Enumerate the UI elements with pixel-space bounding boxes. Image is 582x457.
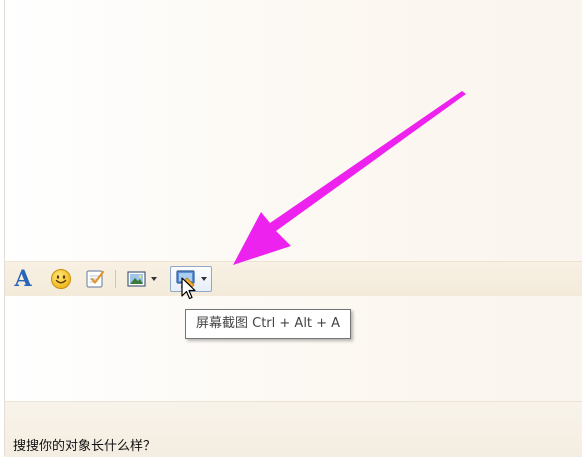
search-promo-link[interactable]: 搜搜你的对象长什么样？	[13, 435, 156, 454]
notepad-check-icon	[86, 270, 105, 288]
font-button[interactable]: A	[11, 266, 35, 292]
bottom-bar: 搜搜你的对象长什么样？	[5, 401, 582, 457]
message-history-area[interactable]	[5, 0, 582, 261]
picture-icon	[127, 271, 146, 287]
toolbar-separator	[115, 270, 116, 288]
emoji-button[interactable]	[49, 266, 73, 292]
font-icon: A	[14, 266, 32, 292]
smiley-icon	[51, 269, 71, 289]
note-button[interactable]	[83, 266, 107, 292]
chevron-down-icon[interactable]	[201, 277, 207, 281]
screen-capture-tooltip: 屏幕截图 Ctrl + Alt + A	[185, 309, 352, 339]
chevron-down-icon[interactable]	[151, 277, 157, 281]
mouse-cursor-icon	[181, 277, 196, 300]
input-toolbar: A	[5, 261, 582, 296]
chat-window: A 搜搜你的对象长什么样？	[0, 0, 582, 457]
image-button[interactable]	[122, 266, 162, 292]
